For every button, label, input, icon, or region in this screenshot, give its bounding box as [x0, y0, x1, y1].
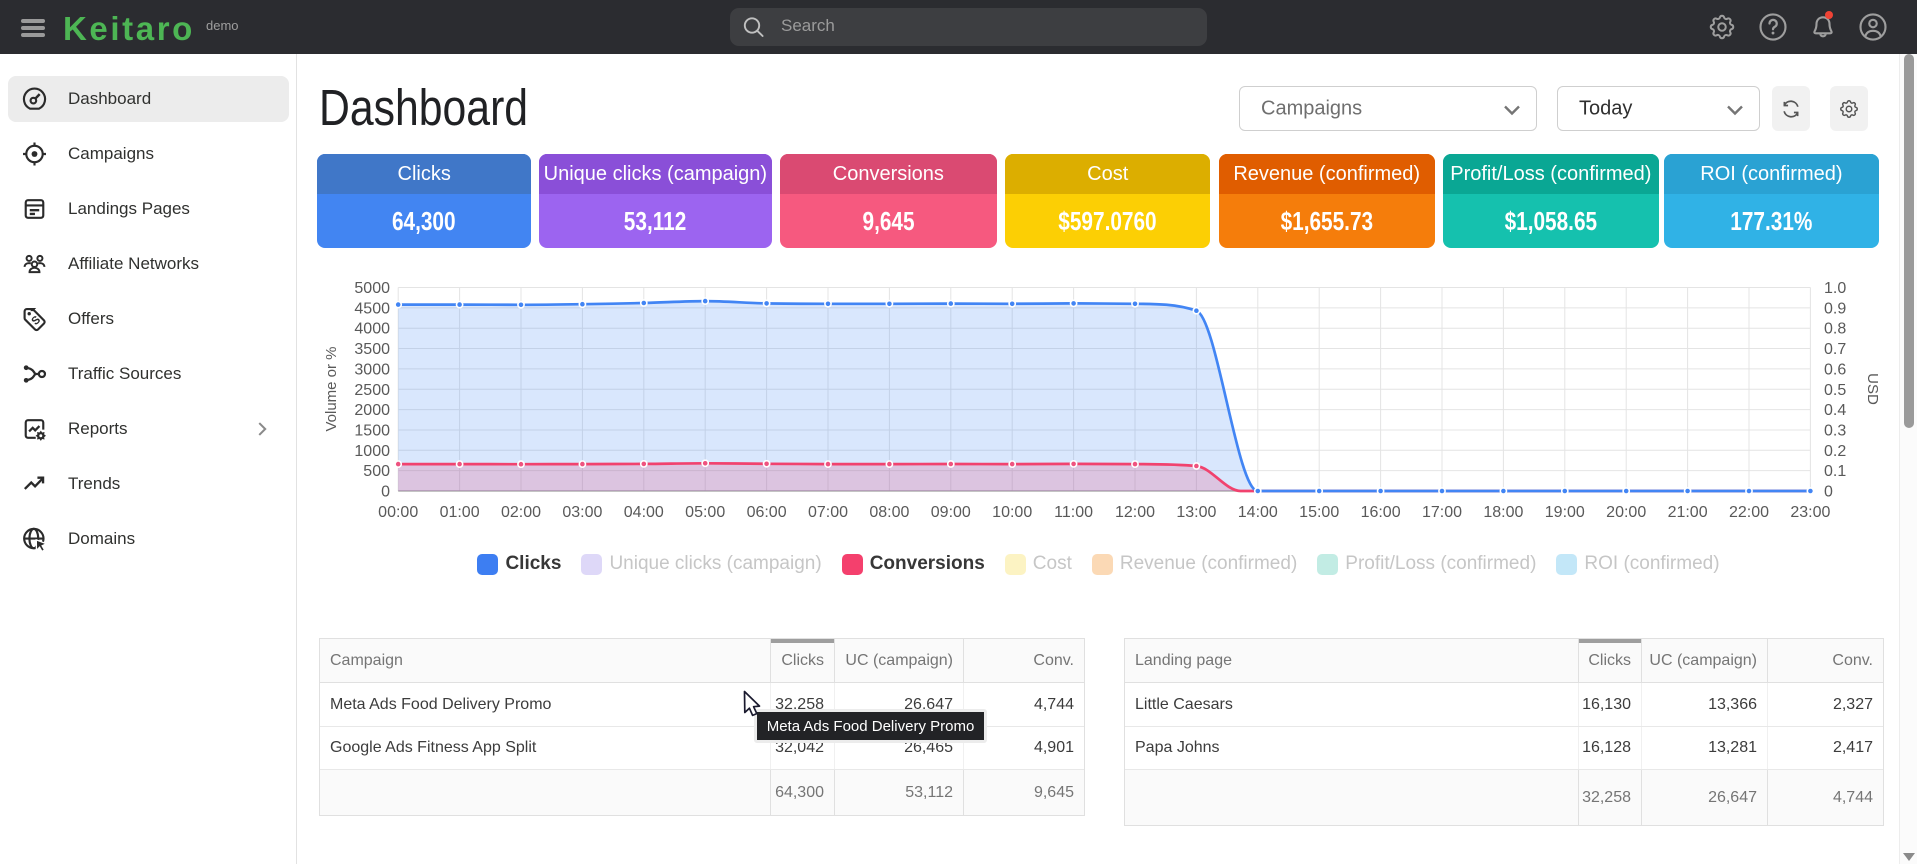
- svg-text:4500: 4500: [354, 300, 390, 317]
- svg-text:01:00: 01:00: [440, 504, 480, 521]
- svg-text:05:00: 05:00: [685, 504, 725, 521]
- svg-text:11:00: 11:00: [1054, 504, 1093, 521]
- svg-text:4000: 4000: [354, 321, 390, 338]
- svg-text:500: 500: [363, 463, 390, 480]
- svg-text:0: 0: [1824, 484, 1833, 501]
- svg-text:14:00: 14:00: [1238, 504, 1278, 521]
- svg-text:13:00: 13:00: [1176, 504, 1216, 521]
- svg-text:06:00: 06:00: [747, 504, 787, 521]
- svg-text:07:00: 07:00: [808, 504, 848, 521]
- svg-text:0.6: 0.6: [1824, 361, 1846, 378]
- svg-text:23:00: 23:00: [1790, 504, 1830, 521]
- svg-text:1.0: 1.0: [1824, 280, 1846, 297]
- svg-text:3000: 3000: [354, 361, 390, 378]
- svg-text:5000: 5000: [354, 280, 390, 297]
- svg-text:0.5: 0.5: [1824, 382, 1846, 399]
- svg-text:22:00: 22:00: [1729, 504, 1769, 521]
- svg-text:1000: 1000: [354, 443, 390, 460]
- svg-text:0: 0: [381, 484, 390, 501]
- svg-text:2500: 2500: [354, 382, 390, 399]
- svg-text:08:00: 08:00: [869, 504, 909, 521]
- svg-text:20:00: 20:00: [1606, 504, 1646, 521]
- svg-text:03:00: 03:00: [562, 504, 602, 521]
- svg-text:3500: 3500: [354, 341, 390, 358]
- svg-text:16:00: 16:00: [1361, 504, 1401, 521]
- svg-text:09:00: 09:00: [931, 504, 971, 521]
- svg-text:0.4: 0.4: [1824, 402, 1846, 419]
- svg-text:0.8: 0.8: [1824, 321, 1846, 338]
- svg-text:21:00: 21:00: [1668, 504, 1708, 521]
- svg-text:Volume or %: Volume or %: [323, 346, 340, 431]
- svg-text:0.7: 0.7: [1824, 341, 1846, 358]
- svg-text:02:00: 02:00: [501, 504, 541, 521]
- svg-text:19:00: 19:00: [1545, 504, 1585, 521]
- svg-text:2000: 2000: [354, 402, 390, 419]
- svg-text:10:00: 10:00: [992, 504, 1032, 521]
- svg-text:00:00: 00:00: [378, 504, 418, 521]
- svg-text:0.9: 0.9: [1824, 300, 1846, 317]
- svg-text:17:00: 17:00: [1422, 504, 1462, 521]
- svg-text:0.1: 0.1: [1824, 463, 1846, 480]
- svg-text:18:00: 18:00: [1483, 504, 1523, 521]
- svg-text:0.3: 0.3: [1824, 423, 1846, 440]
- svg-text:USD: USD: [1864, 373, 1881, 405]
- svg-text:0.2: 0.2: [1824, 443, 1846, 460]
- svg-text:12:00: 12:00: [1115, 504, 1155, 521]
- svg-text:04:00: 04:00: [624, 504, 664, 521]
- svg-text:15:00: 15:00: [1299, 504, 1339, 521]
- svg-text:1500: 1500: [354, 423, 390, 440]
